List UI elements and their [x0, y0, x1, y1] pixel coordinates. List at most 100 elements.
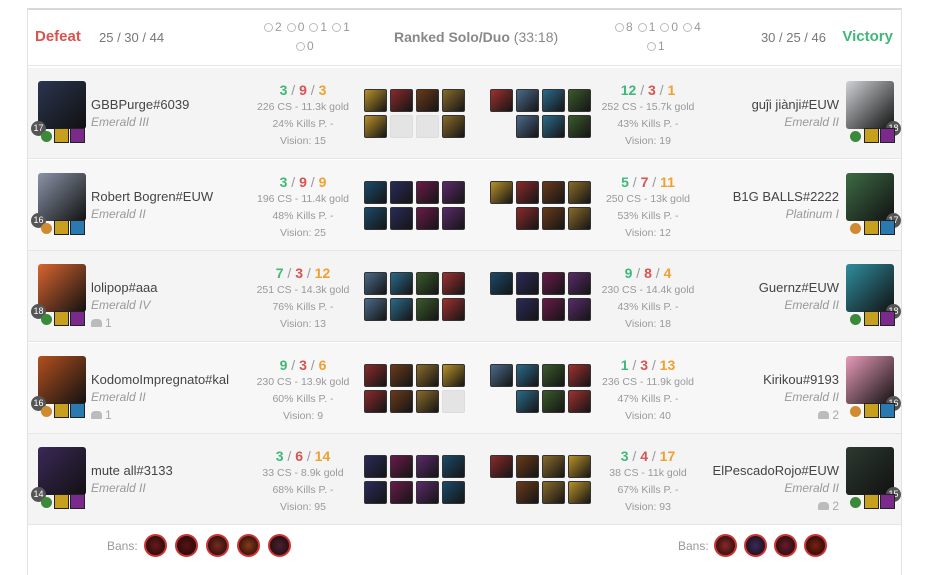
left-champion-portrait[interactable]: [38, 447, 86, 495]
item-icon[interactable]: [516, 207, 539, 230]
item-icon[interactable]: [390, 298, 413, 321]
item-icon[interactable]: [442, 181, 465, 204]
left-ban-champion-icon[interactable]: [175, 534, 198, 557]
item-icon[interactable]: [364, 364, 387, 387]
left-player-name[interactable]: GBBPurge#6039: [91, 97, 189, 112]
right-ban-champion-icon[interactable]: [714, 534, 737, 557]
item-icon[interactable]: [490, 272, 513, 295]
item-icon[interactable]: [490, 181, 513, 204]
right-ban-champion-icon[interactable]: [774, 534, 797, 557]
item-icon[interactable]: [442, 89, 465, 112]
item-icon[interactable]: [364, 298, 387, 321]
item-icon[interactable]: [364, 89, 387, 112]
empty-item-slot[interactable]: [390, 115, 413, 138]
empty-item-slot[interactable]: [442, 390, 465, 413]
item-icon[interactable]: [390, 89, 413, 112]
item-icon[interactable]: [416, 181, 439, 204]
item-icon[interactable]: [490, 364, 513, 387]
right-ban-champion-icon[interactable]: [804, 534, 827, 557]
item-icon[interactable]: [568, 89, 591, 112]
item-icon[interactable]: [364, 272, 387, 295]
item-icon[interactable]: [442, 298, 465, 321]
item-icon[interactable]: [542, 390, 565, 413]
item-icon[interactable]: [416, 364, 439, 387]
item-icon[interactable]: [416, 207, 439, 230]
left-player-name[interactable]: mute all#3133: [91, 463, 173, 478]
item-icon[interactable]: [568, 298, 591, 321]
right-player-name[interactable]: guĵi jiànji#EUW: [752, 97, 839, 112]
item-icon[interactable]: [416, 272, 439, 295]
right-champion-portrait[interactable]: [846, 356, 894, 404]
item-icon[interactable]: [542, 272, 565, 295]
right-player-name[interactable]: ElPescadoRojo#EUW: [713, 463, 839, 478]
item-icon[interactable]: [542, 298, 565, 321]
left-champion-portrait[interactable]: [38, 356, 86, 404]
right-ban-champion-icon[interactable]: [744, 534, 767, 557]
right-player-name[interactable]: Kirikou#9193: [763, 372, 839, 387]
item-icon[interactable]: [442, 455, 465, 478]
item-icon[interactable]: [442, 272, 465, 295]
right-champion-portrait[interactable]: [846, 447, 894, 495]
item-icon[interactable]: [390, 207, 413, 230]
item-icon[interactable]: [416, 481, 439, 504]
left-champion-portrait[interactable]: [38, 264, 86, 312]
item-icon[interactable]: [364, 481, 387, 504]
item-icon[interactable]: [568, 272, 591, 295]
left-ban-champion-icon[interactable]: [268, 534, 291, 557]
item-icon[interactable]: [568, 364, 591, 387]
item-icon[interactable]: [568, 115, 591, 138]
item-icon[interactable]: [442, 115, 465, 138]
item-icon[interactable]: [516, 181, 539, 204]
item-icon[interactable]: [542, 89, 565, 112]
item-icon[interactable]: [542, 115, 565, 138]
left-ban-champion-icon[interactable]: [144, 534, 167, 557]
item-icon[interactable]: [364, 390, 387, 413]
left-ban-champion-icon[interactable]: [237, 534, 260, 557]
item-icon[interactable]: [542, 455, 565, 478]
left-player-name[interactable]: lolipop#aaa: [91, 280, 158, 295]
left-player-name[interactable]: Robert Bogren#EUW: [91, 189, 213, 204]
item-icon[interactable]: [542, 364, 565, 387]
item-icon[interactable]: [390, 455, 413, 478]
item-icon[interactable]: [490, 89, 513, 112]
item-icon[interactable]: [516, 364, 539, 387]
empty-item-slot[interactable]: [416, 115, 439, 138]
right-champion-portrait[interactable]: [846, 81, 894, 129]
item-icon[interactable]: [442, 481, 465, 504]
left-champion-portrait[interactable]: [38, 173, 86, 221]
item-icon[interactable]: [568, 481, 591, 504]
item-icon[interactable]: [568, 455, 591, 478]
item-icon[interactable]: [516, 272, 539, 295]
item-icon[interactable]: [516, 455, 539, 478]
item-icon[interactable]: [516, 89, 539, 112]
item-icon[interactable]: [390, 481, 413, 504]
item-icon[interactable]: [416, 390, 439, 413]
item-icon[interactable]: [442, 364, 465, 387]
item-icon[interactable]: [442, 207, 465, 230]
item-icon[interactable]: [516, 298, 539, 321]
item-icon[interactable]: [364, 181, 387, 204]
item-icon[interactable]: [390, 181, 413, 204]
left-ban-champion-icon[interactable]: [206, 534, 229, 557]
item-icon[interactable]: [364, 455, 387, 478]
item-icon[interactable]: [390, 390, 413, 413]
item-icon[interactable]: [568, 390, 591, 413]
item-icon[interactable]: [390, 272, 413, 295]
item-icon[interactable]: [516, 481, 539, 504]
right-player-name[interactable]: Guernz#EUW: [759, 280, 839, 295]
item-icon[interactable]: [490, 455, 513, 478]
item-icon[interactable]: [390, 364, 413, 387]
right-champion-portrait[interactable]: [846, 264, 894, 312]
left-champion-portrait[interactable]: [38, 81, 86, 129]
left-player-name[interactable]: KodomoImpregnato#kal: [91, 372, 229, 387]
item-icon[interactable]: [542, 207, 565, 230]
item-icon[interactable]: [542, 481, 565, 504]
item-icon[interactable]: [568, 207, 591, 230]
item-icon[interactable]: [516, 115, 539, 138]
item-icon[interactable]: [364, 115, 387, 138]
item-icon[interactable]: [416, 298, 439, 321]
right-champion-portrait[interactable]: [846, 173, 894, 221]
item-icon[interactable]: [416, 89, 439, 112]
item-icon[interactable]: [568, 181, 591, 204]
item-icon[interactable]: [416, 455, 439, 478]
